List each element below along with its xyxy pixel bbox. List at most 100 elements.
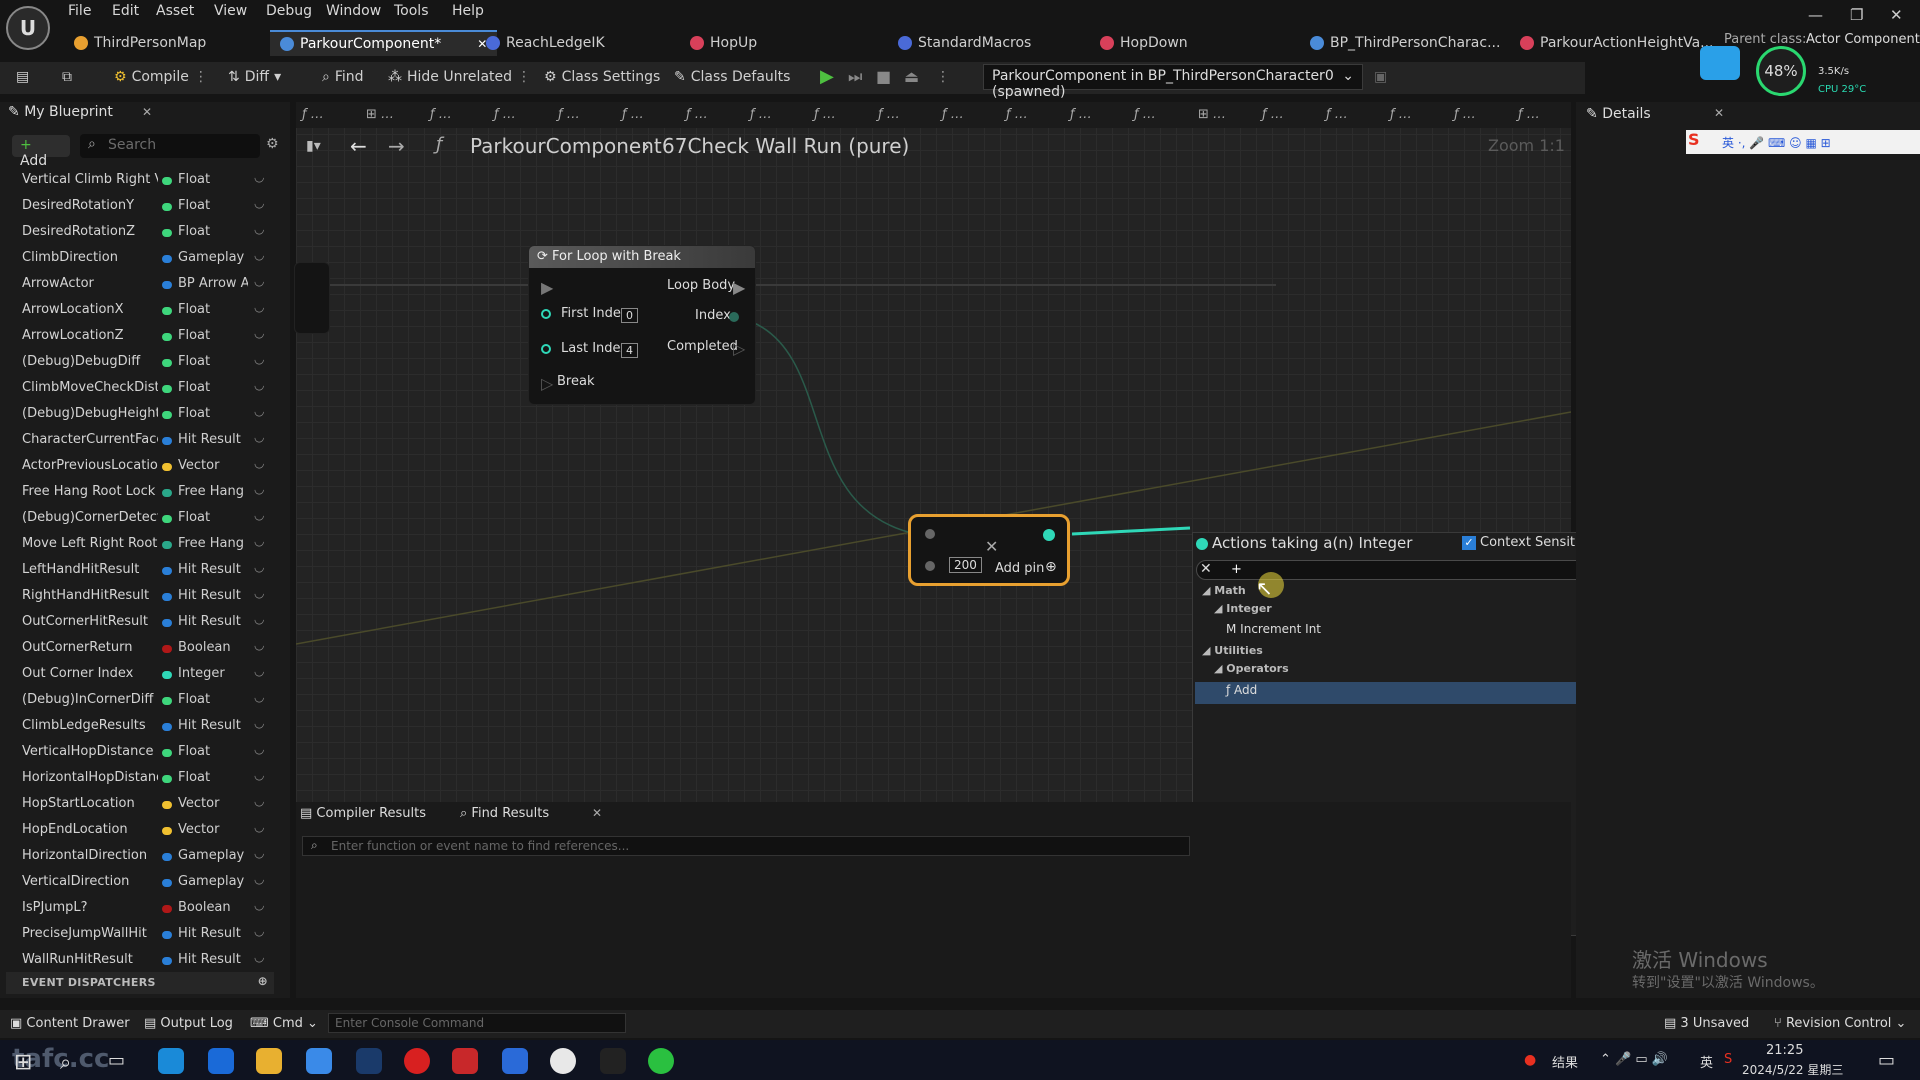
- visibility-eye-icon[interactable]: ◡: [254, 560, 264, 574]
- variable-type[interactable]: Hit Result: [178, 926, 248, 941]
- variable-row[interactable]: OutCornerReturn Boolean ◡: [0, 636, 280, 662]
- input-a-pin-icon[interactable]: [925, 529, 935, 539]
- output-log-button[interactable]: ▤ Output Log: [144, 1016, 233, 1031]
- visibility-eye-icon[interactable]: ◡: [254, 820, 264, 834]
- variable-type[interactable]: Free Hang E: [178, 484, 248, 499]
- variable-type[interactable]: Gameplay T: [178, 874, 248, 889]
- function-tab-icon[interactable]: ⊞ …: [366, 107, 394, 122]
- menu-debug[interactable]: Debug: [266, 3, 312, 19]
- visibility-eye-icon[interactable]: ◡: [254, 586, 264, 600]
- variable-row[interactable]: (Debug)DebugDiff Float ◡: [0, 350, 280, 376]
- variable-type[interactable]: Hit Result: [178, 718, 248, 733]
- unsaved-button[interactable]: ▤ 3 Unsaved: [1664, 1016, 1749, 1031]
- variable-type[interactable]: Free Hang M: [178, 536, 248, 551]
- visibility-eye-icon[interactable]: ◡: [254, 274, 264, 288]
- visibility-eye-icon[interactable]: ◡: [254, 794, 264, 808]
- visibility-eye-icon[interactable]: ◡: [254, 716, 264, 730]
- variable-type[interactable]: Float: [178, 406, 248, 421]
- visibility-eye-icon[interactable]: ◡: [254, 352, 264, 366]
- variable-row[interactable]: ClimbDirection Gameplay T ◡: [0, 246, 280, 272]
- edge-icon[interactable]: [158, 1048, 184, 1074]
- visibility-eye-icon[interactable]: ◡: [254, 196, 264, 210]
- close-details-icon[interactable]: ✕: [1714, 106, 1724, 120]
- variable-row[interactable]: Free Hang Root Lock Free Hang E ◡: [0, 480, 280, 506]
- action-item[interactable]: ◢ Integer: [1214, 602, 1272, 615]
- doc-tab-0[interactable]: ThirdPersonMap: [74, 30, 206, 56]
- index-pin-icon[interactable]: [729, 312, 739, 322]
- variable-row[interactable]: ActorPreviousLocation Vector ◡: [0, 454, 280, 480]
- doc-tab-2[interactable]: ReachLedgeIK: [486, 30, 605, 56]
- stop-icon[interactable]: ■: [876, 67, 891, 86]
- action-item[interactable]: ◢ Operators: [1214, 662, 1289, 675]
- browse-debug-icon[interactable]: ▣: [1374, 69, 1387, 85]
- blueprint-search-input[interactable]: ⌕ Search: [80, 134, 260, 158]
- variable-type[interactable]: Vector: [178, 796, 248, 811]
- menu-tools[interactable]: Tools: [394, 3, 429, 19]
- menu-window[interactable]: Window: [326, 3, 381, 19]
- completed-pin-icon[interactable]: ▷: [733, 339, 745, 358]
- variable-type[interactable]: Hit Result: [178, 562, 248, 577]
- app-k-icon[interactable]: [208, 1048, 234, 1074]
- tab-find-results[interactable]: ⌕ Find Results: [460, 806, 549, 821]
- sogou-tray-icon[interactable]: S: [1724, 1052, 1732, 1067]
- visibility-eye-icon[interactable]: ◡: [254, 300, 264, 314]
- visibility-eye-icon[interactable]: ◡: [254, 690, 264, 704]
- function-tab-icon[interactable]: ƒ …: [1326, 107, 1348, 122]
- visibility-eye-icon[interactable]: ◡: [254, 898, 264, 912]
- windows-start-icon[interactable]: ⊞: [14, 1050, 32, 1075]
- visibility-eye-icon[interactable]: ◡: [254, 170, 264, 184]
- doc-tab-7[interactable]: ParkourActionHeightVa...: [1520, 30, 1714, 56]
- clear-search-icon[interactable]: ✕: [1200, 561, 1212, 577]
- ime-lang-icon[interactable]: 英 ·, 🎤 ⌨ ☺ ▦ ⊞: [1722, 134, 1831, 151]
- menu-edit[interactable]: Edit: [112, 3, 139, 19]
- taskbar-search-icon[interactable]: ⌕: [60, 1050, 71, 1074]
- variable-row[interactable]: HorizontalDirection Gameplay T ◡: [0, 844, 280, 870]
- notification-icon[interactable]: ▭: [1878, 1050, 1895, 1071]
- variable-row[interactable]: DesiredRotationY Float ◡: [0, 194, 280, 220]
- function-tab-icon[interactable]: ƒ …: [430, 107, 452, 122]
- partial-node[interactable]: [294, 262, 330, 334]
- tab-details[interactable]: ✎ Details: [1586, 106, 1651, 122]
- variable-row[interactable]: HorizontalHopDistance Float ◡: [0, 766, 280, 792]
- unreal-taskbar-icon[interactable]: [550, 1048, 576, 1074]
- visibility-eye-icon[interactable]: ◡: [254, 664, 264, 678]
- class-settings-button[interactable]: ⚙ Class Settings: [544, 69, 660, 85]
- variable-type[interactable]: Gameplay T: [178, 250, 248, 265]
- action-item[interactable]: ◢ Utilities: [1202, 644, 1263, 657]
- play-icon[interactable]: ▶: [820, 66, 834, 87]
- variable-row[interactable]: OutCornerHitResult Hit Result ◡: [0, 610, 280, 636]
- steam-icon[interactable]: [356, 1048, 382, 1074]
- visibility-eye-icon[interactable]: ◡: [254, 248, 264, 262]
- eject-icon[interactable]: ⏏: [904, 67, 919, 86]
- function-tab-icon[interactable]: ƒ …: [1518, 107, 1540, 122]
- variable-row[interactable]: DesiredRotationZ Float ◡: [0, 220, 280, 246]
- input-b-pin-icon[interactable]: [925, 561, 935, 571]
- variable-type[interactable]: Float: [178, 770, 248, 785]
- compile-button[interactable]: ⚙ Compile ⋮: [114, 69, 208, 85]
- tray-icons[interactable]: ⌃ 🎤 ▭ 🔊: [1600, 1052, 1668, 1067]
- exec-in-pin-icon[interactable]: ▶: [541, 278, 553, 297]
- ime-mode-b[interactable]: 英: [1700, 1052, 1713, 1071]
- variable-type[interactable]: Gameplay T: [178, 848, 248, 863]
- content-drawer-button[interactable]: ▣ Content Drawer: [10, 1016, 130, 1031]
- function-tab-icon[interactable]: ƒ …: [1006, 107, 1028, 122]
- visibility-eye-icon[interactable]: ◡: [254, 378, 264, 392]
- add-pin-label[interactable]: Add pin: [995, 561, 1044, 576]
- return-pin-icon[interactable]: [1043, 529, 1055, 541]
- sogou-icon[interactable]: S: [1688, 130, 1700, 149]
- variable-type[interactable]: Float: [178, 354, 248, 369]
- perf-percent[interactable]: 48%: [1756, 46, 1806, 96]
- last-index-pin-icon[interactable]: [541, 344, 551, 354]
- variable-row[interactable]: IsPJumpL? Boolean ◡: [0, 896, 280, 922]
- console-input[interactable]: Enter Console Command: [328, 1013, 626, 1033]
- function-tab-icon[interactable]: ƒ …: [1390, 107, 1412, 122]
- visibility-eye-icon[interactable]: ◡: [254, 430, 264, 444]
- step-icon[interactable]: ⏭: [848, 67, 862, 87]
- break-pin-icon[interactable]: ▷: [541, 374, 553, 393]
- variable-row[interactable]: LeftHandHitResult Hit Result ◡: [0, 558, 280, 584]
- variable-type[interactable]: Boolean: [178, 640, 248, 655]
- variable-row[interactable]: RightHandHitResult Hit Result ◡: [0, 584, 280, 610]
- epic-games-icon[interactable]: [600, 1048, 626, 1074]
- wechat-icon[interactable]: [648, 1048, 674, 1074]
- variable-row[interactable]: VerticalDirection Gameplay T ◡: [0, 870, 280, 896]
